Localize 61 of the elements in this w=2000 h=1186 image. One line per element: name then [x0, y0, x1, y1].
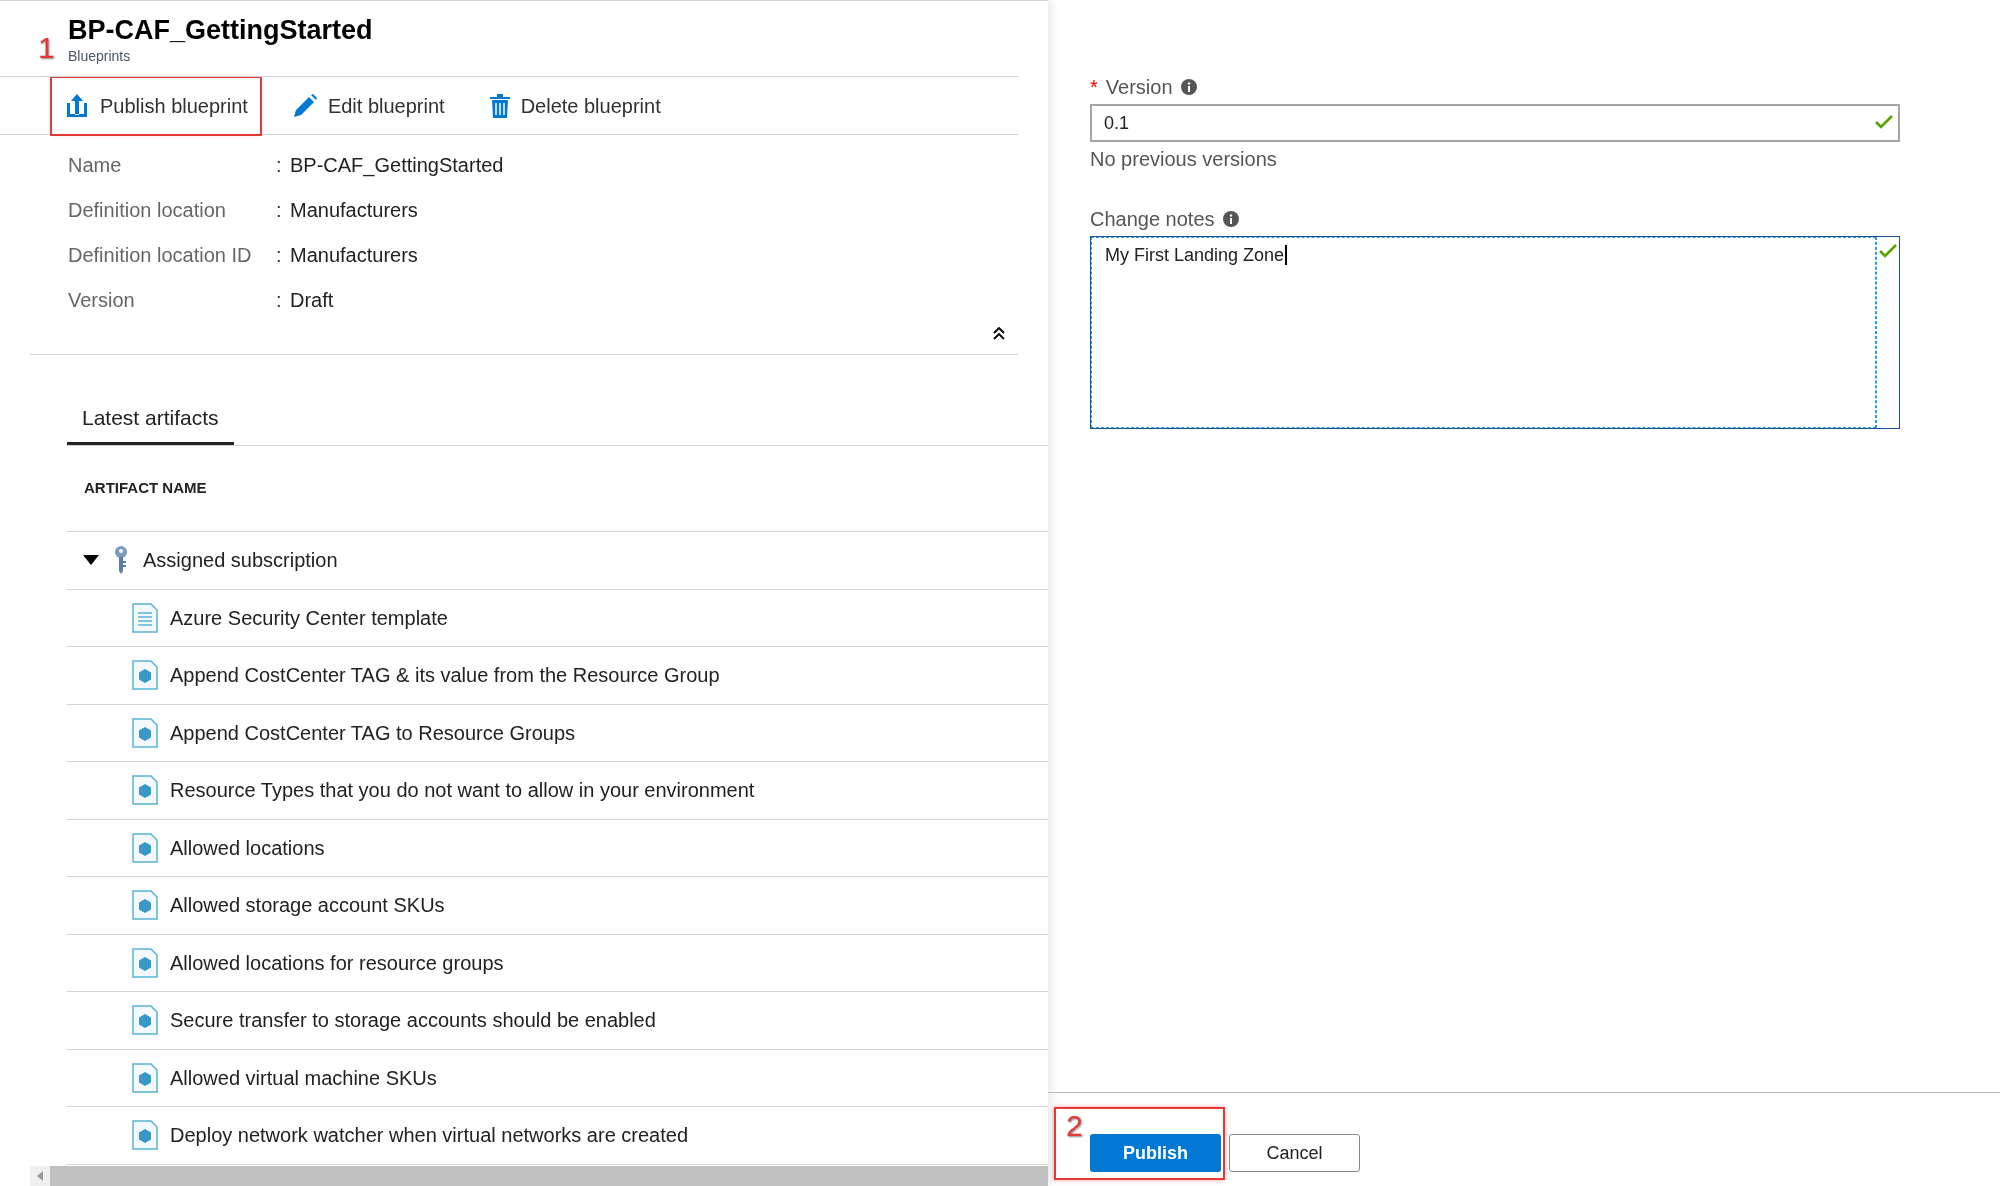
artifact-name[interactable]: Allowed virtual machine SKUs: [170, 1062, 437, 1093]
artifact-name[interactable]: Resource Types that you do not want to allow in your environment: [170, 775, 755, 806]
expand-toggle[interactable]: [83, 555, 99, 566]
policy-document-icon: [132, 890, 158, 921]
policy-document-icon: [132, 1005, 158, 1036]
artifact-name[interactable]: Append CostCenter TAG & its value from the Resource Group: [170, 660, 720, 691]
checkmark-icon: [1878, 243, 1898, 259]
required-asterisk: *: [1090, 75, 1098, 100]
artifact-name[interactable]: Allowed locations: [170, 832, 325, 863]
caret-down-icon: [83, 555, 99, 566]
checkmark-icon: [1874, 114, 1894, 130]
info-icon: [1180, 79, 1197, 95]
toolbar-button[interactable]: Edit blueprint: [279, 77, 457, 134]
colon-separator: :: [276, 243, 283, 268]
cancel-button[interactable]: Cancel: [1229, 1134, 1360, 1172]
policy-document-icon: [132, 947, 158, 978]
callout-number: 2: [1066, 1111, 1083, 1141]
policy-document-icon: [132, 1120, 158, 1151]
pencil-icon: [291, 92, 318, 119]
colon-separator: :: [276, 288, 283, 313]
policy-document-icon: [132, 775, 158, 806]
detail-label: Version: [68, 288, 136, 313]
policy-document-icon: [132, 660, 158, 691]
collapse-chevron-icon[interactable]: [992, 325, 1006, 341]
toolbar-button[interactable]: Delete blueprint: [476, 77, 673, 134]
colon-separator: :: [276, 153, 283, 178]
artifact-name[interactable]: Azure Security Center template: [170, 602, 448, 633]
column-header: ARTIFACT NAME: [84, 478, 207, 499]
blueprint-subtitle: Blueprints: [68, 47, 132, 65]
detail-label: Definition location ID: [68, 243, 253, 268]
field-label: Change notes: [1090, 207, 1215, 232]
upload-icon: [64, 92, 90, 119]
policy-document-icon: [132, 832, 158, 863]
artifact-name[interactable]: Deploy network watcher when virtual networks are created: [170, 1120, 689, 1151]
callout-number: 1: [38, 30, 55, 66]
artifact-name[interactable]: Append CostCenter TAG to Resource Groups: [170, 717, 576, 748]
policy-document-icon: [132, 1062, 158, 1093]
artifact-name[interactable]: Allowed locations for resource groups: [170, 947, 504, 978]
version-input[interactable]: 0.1: [1090, 104, 1900, 142]
detail-label: Name: [68, 153, 123, 178]
detail-label: Definition location: [68, 198, 227, 223]
publish-button[interactable]: Publish: [1090, 1134, 1221, 1172]
change-notes-textarea[interactable]: My First Landing Zone: [1090, 236, 1900, 429]
tab[interactable]: Latest artifacts: [67, 393, 234, 445]
policy-document-icon: [132, 717, 158, 748]
detail-value: Manufacturers: [290, 243, 418, 268]
field-hint: No previous versions: [1090, 147, 1278, 172]
artifact-name[interactable]: Assigned subscription: [143, 545, 338, 576]
info-icon: [1222, 211, 1239, 227]
field-label: Version: [1105, 75, 1173, 100]
detail-value: BP-CAF_GettingStarted: [290, 153, 504, 179]
toolbar-button[interactable]: Publish blueprint: [52, 77, 260, 134]
detail-value: Manufacturers: [290, 198, 418, 223]
artifact-name[interactable]: Secure transfer to storage accounts should be enabled: [170, 1005, 656, 1036]
detail-value: Draft: [290, 288, 334, 313]
document-icon: [132, 602, 158, 633]
colon-separator: :: [276, 198, 283, 223]
horizontal-scrollbar[interactable]: [30, 1166, 1048, 1186]
blueprint-title: BP-CAF_GettingStarted: [68, 14, 373, 47]
trash-icon: [488, 93, 511, 118]
artifact-name[interactable]: Allowed storage account SKUs: [170, 890, 445, 921]
